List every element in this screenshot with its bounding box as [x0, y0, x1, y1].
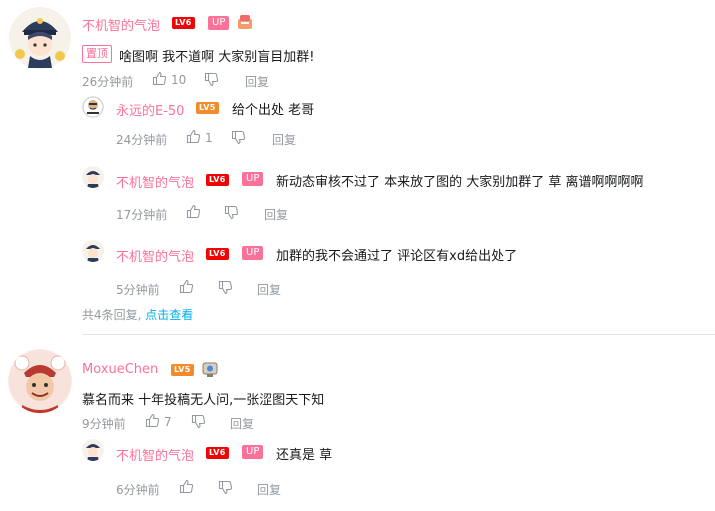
reply-button[interactable]: 回复 [257, 481, 281, 498]
like-icon[interactable] [145, 413, 160, 432]
level-badge: LV6 [206, 174, 229, 186]
medal-icon [236, 13, 254, 31]
username[interactable]: 不机智的气泡 [116, 445, 194, 464]
dislike-icon[interactable] [218, 480, 233, 499]
dislike-icon[interactable] [191, 414, 206, 433]
reply-button[interactable]: 回复 [245, 73, 269, 90]
comment-text: 慕名而来 十年投稿无人问,一张涩图天下知 [82, 393, 325, 408]
reply-text: 新动态审核不过了 本来放了图的 大家别加群了 草 离谱啊啊啊啊 [276, 175, 644, 190]
avatar[interactable] [8, 349, 72, 413]
like-icon[interactable] [179, 279, 194, 298]
avatar[interactable] [8, 6, 72, 70]
reply-button[interactable]: 回复 [272, 131, 296, 148]
reply-count: 共4条回复, [82, 308, 142, 322]
timestamp: 17分钟前 [116, 208, 168, 222]
dislike-icon[interactable] [218, 280, 233, 299]
up-badge: UP [242, 246, 264, 260]
comment-text: 啥图啊 我不道啊 大家别盲目加群! [119, 50, 315, 65]
reply-button[interactable]: 回复 [230, 415, 254, 432]
timestamp: 9分钟前 [82, 417, 126, 431]
reply-text: 还真是 草 [276, 448, 333, 463]
level-badge: LV5 [196, 102, 219, 114]
fan-medal-icon [200, 360, 220, 378]
like-icon[interactable] [186, 204, 201, 223]
reply-text: 给个出处 老哥 [232, 103, 315, 118]
like-icon[interactable] [179, 479, 194, 498]
like-icon[interactable] [186, 129, 201, 148]
up-badge: UP [208, 16, 230, 30]
reply-button[interactable]: 回复 [257, 281, 281, 298]
pinned-badge: 置顶 [82, 45, 112, 63]
username[interactable]: 不机智的气泡 [116, 172, 194, 191]
username[interactable]: 不机智的气泡 [116, 246, 194, 265]
like-count: 7 [164, 415, 172, 429]
expand-replies-link[interactable]: 点击查看 [145, 308, 193, 322]
level-badge: LV6 [206, 248, 229, 260]
username[interactable]: 不机智的气泡 [82, 15, 160, 34]
avatar[interactable] [82, 166, 104, 188]
username[interactable]: 永远的E-50 [116, 100, 184, 119]
reply-text: 加群的我不会通过了 评论区有xd给出处了 [276, 249, 518, 264]
timestamp: 24分钟前 [116, 133, 168, 147]
timestamp: 5分钟前 [116, 283, 160, 297]
dislike-icon[interactable] [224, 205, 239, 224]
up-badge: UP [242, 172, 264, 186]
dislike-icon[interactable] [204, 72, 219, 91]
level-badge: LV6 [172, 17, 195, 29]
timestamp: 26分钟前 [82, 75, 134, 89]
level-badge: LV5 [171, 364, 194, 376]
like-icon[interactable] [152, 71, 167, 90]
comment-divider [82, 334, 715, 335]
reply-button[interactable]: 回复 [264, 206, 288, 223]
avatar[interactable] [82, 439, 104, 461]
like-count: 1 [205, 131, 213, 145]
avatar[interactable] [82, 240, 104, 262]
reply-summary: 共4条回复, 点击查看 [82, 306, 193, 323]
level-badge: LV6 [206, 447, 229, 459]
up-badge: UP [242, 445, 264, 459]
like-count: 10 [171, 73, 187, 87]
username[interactable]: MoxueChen [82, 362, 158, 377]
avatar[interactable] [82, 96, 104, 118]
timestamp: 6分钟前 [116, 483, 160, 497]
dislike-icon[interactable] [231, 130, 246, 149]
